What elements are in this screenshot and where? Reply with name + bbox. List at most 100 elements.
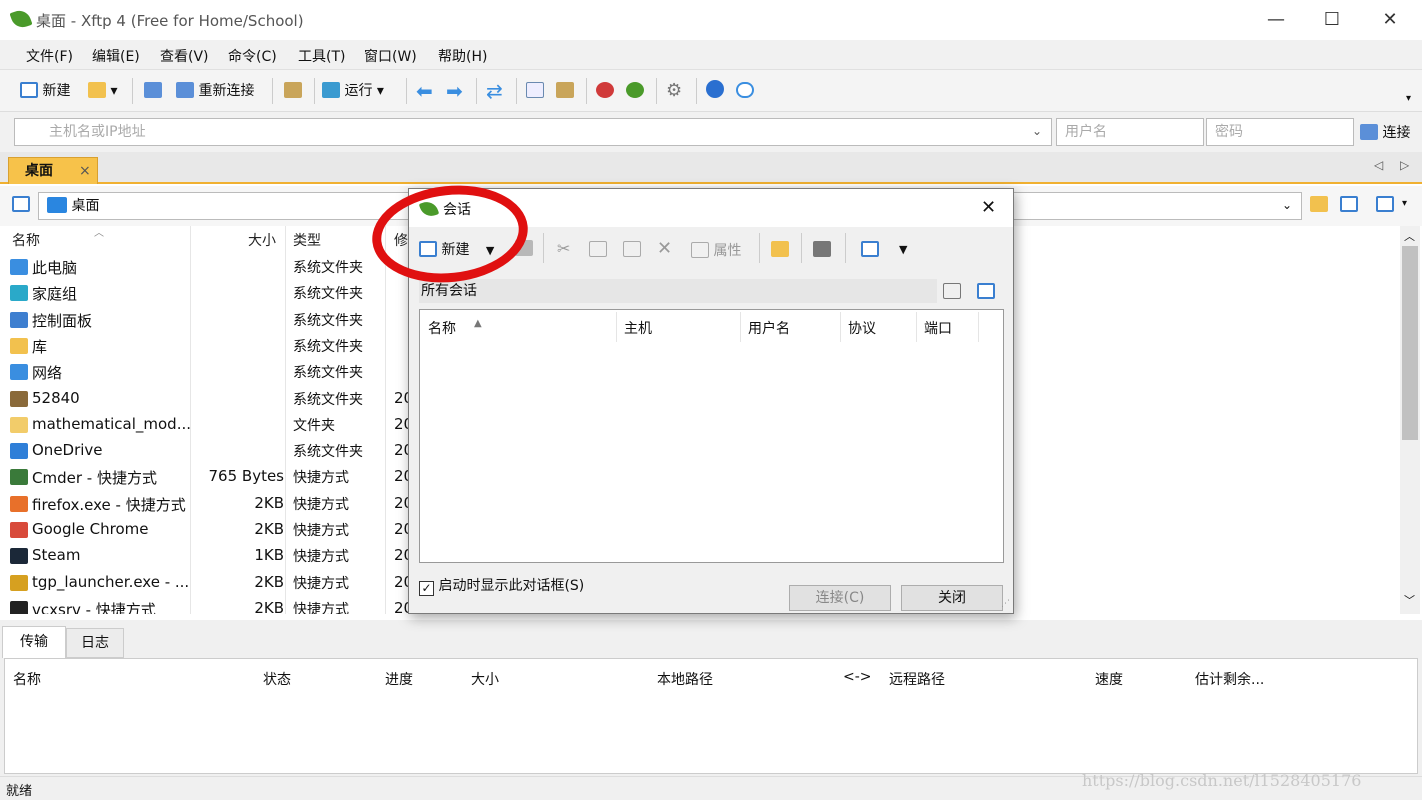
chat-button[interactable] [736, 80, 754, 102]
col-size-header[interactable]: 大小 [248, 230, 276, 250]
transfer-col-eta[interactable]: 估计剩余... [1195, 669, 1264, 689]
transfer-col-name[interactable]: 名称 [13, 669, 41, 689]
tab-desktop[interactable]: 桌面 × [8, 157, 98, 184]
view-dropdown-icon[interactable]: ▼ [899, 243, 907, 256]
run-button[interactable]: 运行 ▾ [322, 80, 384, 102]
vertical-scrollbar[interactable]: ︿ ﹀ [1400, 226, 1420, 614]
file-icon [10, 337, 28, 354]
link-button[interactable] [144, 80, 162, 102]
session-col-name[interactable]: 名称 [428, 318, 456, 338]
forward-arrow-icon[interactable]: ➡ [446, 80, 463, 102]
file-row[interactable]: 控制面板 系统文件夹 [4, 307, 404, 333]
view-list-icon[interactable] [861, 241, 879, 257]
close-window-button[interactable]: ✕ [1378, 8, 1402, 32]
file-row[interactable]: tgp_launcher.exe - ... 2KB 快捷方式 20 [4, 570, 413, 596]
tab-close-icon[interactable]: × [79, 158, 91, 184]
file-row[interactable]: 库 系统文件夹 [4, 333, 404, 359]
menu-command[interactable]: 命令(C) [228, 46, 277, 66]
password-input[interactable]: 密码 [1206, 118, 1354, 146]
connect-button[interactable]: 连接 [1360, 122, 1410, 142]
copy-button[interactable] [526, 80, 544, 102]
menu-view[interactable]: 查看(V) [160, 46, 209, 66]
file-row[interactable]: Google Chrome 2KB 快捷方式 20 [4, 517, 413, 543]
file-row[interactable]: 此电脑 系统文件夹 [4, 254, 404, 280]
dialog-refresh-icon[interactable] [977, 283, 995, 299]
session-col-port[interactable]: 端口 [924, 318, 952, 338]
view-dropdown-icon[interactable]: ▾ [1402, 198, 1407, 209]
gear-icon[interactable]: ⚙ [666, 80, 682, 102]
scrollbar-thumb[interactable] [1402, 246, 1418, 440]
transfer-col-direction[interactable]: <-> [843, 669, 872, 685]
file-row[interactable]: mathematical_mod... 文件夹 20 [4, 412, 413, 438]
username-input[interactable]: 用户名 [1056, 118, 1204, 146]
file-icon [10, 469, 28, 486]
tab-scroll-left-icon[interactable]: ◁ [1374, 158, 1383, 172]
file-icon [10, 364, 28, 381]
col-name-header[interactable]: 名称 [12, 230, 40, 250]
xshell-button[interactable] [596, 80, 614, 102]
refresh-icon[interactable] [1340, 196, 1358, 212]
run-label: 运行 [344, 83, 373, 99]
view-mode-icon[interactable] [1376, 196, 1394, 212]
file-row[interactable]: OneDrive 系统文件夹 20 [4, 438, 413, 464]
session-col-host[interactable]: 主机 [624, 318, 652, 338]
maximize-button[interactable]: ☐ [1320, 8, 1344, 32]
menu-edit[interactable]: 编辑(E) [92, 46, 140, 66]
help-button[interactable] [706, 80, 724, 102]
dialog-connect-button[interactable]: 连接(C) [789, 585, 891, 611]
file-icon [10, 416, 28, 433]
show-on-start-checkbox[interactable]: ✓ 启动时显示此对话框(S) [419, 575, 584, 596]
menu-tools[interactable]: 工具(T) [298, 46, 345, 66]
menu-file[interactable]: 文件(F) [26, 46, 73, 66]
session-col-user[interactable]: 用户名 [748, 318, 790, 338]
paste-button[interactable] [556, 80, 574, 102]
file-row[interactable]: 网络 系统文件夹 [4, 359, 404, 385]
transfer-col-progress[interactable]: 进度 [385, 669, 413, 689]
file-row[interactable]: 家庭组 系统文件夹 [4, 280, 404, 306]
transfer-col-remote-path[interactable]: 远程路径 [889, 669, 945, 689]
file-row[interactable]: Steam 1KB 快捷方式 20 [4, 543, 413, 569]
file-name: 52840 [32, 388, 80, 407]
tab-scroll-right-icon[interactable]: ▷ [1400, 158, 1409, 172]
host-dropdown-icon[interactable]: ⌄ [1032, 124, 1042, 138]
open-folder-button[interactable]: ▾ [88, 80, 117, 102]
file-icon [10, 522, 28, 538]
session-share-icon[interactable] [813, 241, 831, 257]
xftp-button[interactable] [626, 80, 644, 102]
scroll-up-icon[interactable]: ︿ [1404, 228, 1415, 244]
menu-window[interactable]: 窗口(W) [364, 46, 417, 66]
tab-log[interactable]: 日志 [66, 628, 124, 658]
new-folder-icon[interactable] [771, 241, 789, 257]
run-icon [322, 82, 340, 98]
transfer-col-local-path[interactable]: 本地路径 [657, 669, 713, 689]
resize-grip-icon[interactable]: ⋰ [1001, 599, 1010, 609]
transfer-icon[interactable]: ⇄ [486, 80, 503, 102]
new-session-button[interactable]: 新建 [20, 80, 70, 102]
file-name: 控制面板 [32, 311, 93, 330]
up-folder-icon[interactable] [943, 283, 961, 299]
dialog-close-button[interactable]: 关闭 [901, 585, 1003, 611]
reconnect-button[interactable]: 重新连接 [176, 80, 254, 102]
session-col-protocol[interactable]: 协议 [848, 318, 876, 338]
toolbar-overflow-icon[interactable]: ▾ [1406, 88, 1411, 110]
transfer-col-status[interactable]: 状态 [263, 669, 291, 689]
menu-help[interactable]: 帮助(H) [438, 46, 487, 66]
watermark: https://blog.csdn.net/l1528405176 [1082, 771, 1362, 790]
file-row[interactable]: Cmder - 快捷方式 765 Bytes 快捷方式 20 [4, 464, 413, 490]
dialog-close-icon[interactable]: ✕ [981, 197, 996, 218]
transfer-col-speed[interactable]: 速度 [1095, 669, 1123, 689]
parent-folder-icon[interactable] [1310, 196, 1328, 212]
tree-toggle-icon[interactable] [12, 196, 30, 212]
path-dropdown-icon[interactable]: ⌄ [1282, 198, 1292, 212]
back-arrow-icon[interactable]: ⬅ [416, 80, 433, 102]
properties-button[interactable] [284, 80, 302, 102]
minimize-button[interactable]: — [1264, 8, 1288, 32]
scroll-down-icon[interactable]: ﹀ [1404, 592, 1415, 608]
file-row[interactable]: vcxsrv - 快捷方式 2KB 快捷方式 20 [4, 596, 413, 614]
tab-transfer[interactable]: 传输 [2, 626, 66, 658]
file-row[interactable]: firefox.exe - 快捷方式 2KB 快捷方式 20 [4, 491, 413, 517]
col-type-header[interactable]: 类型 [293, 230, 321, 250]
transfer-col-size[interactable]: 大小 [471, 669, 499, 689]
file-row[interactable]: 52840 系统文件夹 20 [4, 386, 413, 412]
host-input[interactable]: 主机名或IP地址 [14, 118, 1052, 146]
